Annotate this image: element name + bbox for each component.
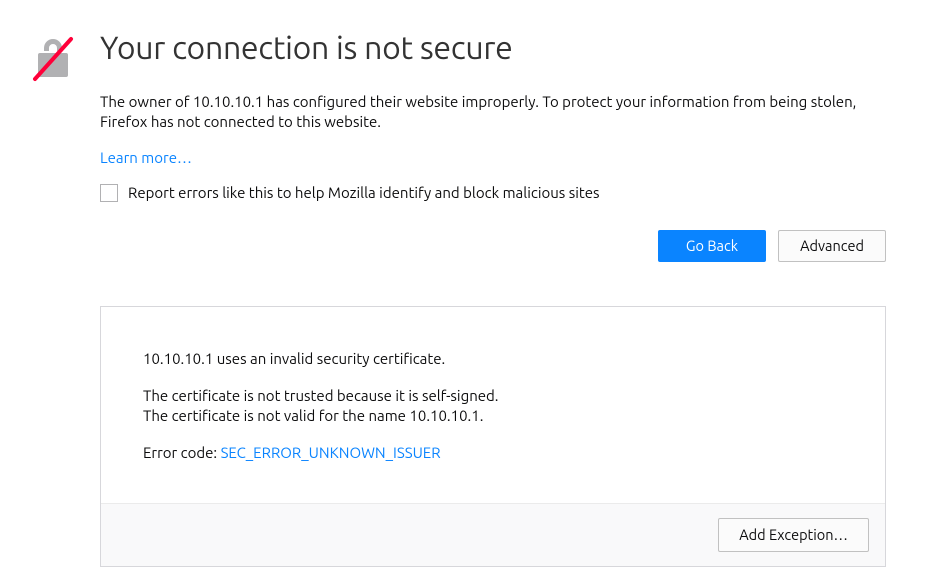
insecure-lock-icon (28, 70, 78, 87)
cert-invalid-text: 10.10.10.1 uses an invalid security cert… (143, 349, 843, 369)
error-code-link[interactable]: SEC_ERROR_UNKNOWN_ISSUER (221, 444, 441, 461)
add-exception-button[interactable]: Add Exception… (718, 518, 869, 552)
error-code-line: Error code: SEC_ERROR_UNKNOWN_ISSUER (143, 443, 843, 463)
learn-more-link[interactable]: Learn more… (100, 149, 192, 166)
report-errors-checkbox[interactable] (100, 184, 118, 202)
cert-selfsigned-text: The certificate is not trusted because i… (143, 386, 843, 406)
page-title: Your connection is not secure (100, 30, 886, 66)
advanced-button[interactable]: Advanced (778, 230, 886, 262)
error-description: The owner of 10.10.10.1 has configured t… (100, 92, 886, 133)
error-details-panel: 10.10.10.1 uses an invalid security cert… (100, 306, 886, 567)
go-back-button[interactable]: Go Back (658, 230, 766, 262)
error-code-label: Error code: (143, 444, 221, 461)
cert-name-mismatch-text: The certificate is not valid for the nam… (143, 406, 843, 426)
report-errors-label: Report errors like this to help Mozilla … (128, 184, 600, 201)
